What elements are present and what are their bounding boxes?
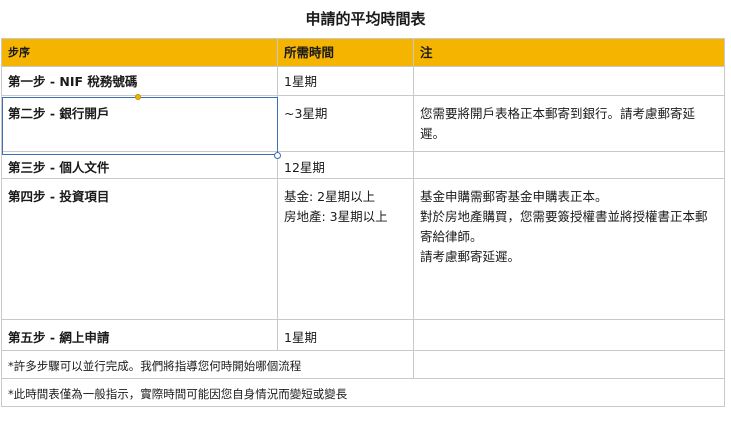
- table-row: 第五步 - 網上申請 1星期: [1, 319, 725, 351]
- time-line: 12星期: [284, 160, 325, 175]
- selection-handle[interactable]: [135, 94, 141, 100]
- notes-cell[interactable]: 基金申購需郵寄基金申購表正本。 對於房地產購買，您需要簽授權書並將授權書正本郵寄…: [413, 178, 725, 320]
- time-line: 1星期: [284, 74, 317, 89]
- time-line: ~3星期: [284, 106, 328, 121]
- time-cell[interactable]: 基金: 2星期以上 房地產: 3星期以上: [277, 178, 414, 320]
- header-time: 所需時間: [277, 38, 414, 67]
- table-header-row: 步序 所需時間 注: [1, 38, 725, 67]
- note-paragraph: 基金申購需郵寄基金申購表正本。: [420, 189, 608, 204]
- time-cell[interactable]: 1星期: [277, 66, 414, 96]
- table-row: 第四步 - 投資項目 基金: 2星期以上 房地產: 3星期以上 基金申購需郵寄基…: [1, 178, 725, 320]
- footnote-row: *許多步驟可以並行完成。我們將指導您何時開始哪個流程: [1, 350, 725, 379]
- footnote-cell[interactable]: *此時間表僅為一般指示，實際時間可能因您自身情況而變短或變長: [1, 378, 725, 407]
- time-cell[interactable]: ~3星期: [277, 95, 414, 152]
- step-cell[interactable]: 第四步 - 投資項目: [1, 178, 278, 320]
- footnote-row: *此時間表僅為一般指示，實際時間可能因您自身情況而變短或變長: [1, 378, 725, 407]
- time-line: 房地產: 3星期以上: [284, 209, 388, 224]
- selection-resize-handle[interactable]: [274, 152, 281, 159]
- page-title: 申請的平均時間表: [305, 10, 426, 28]
- step-cell[interactable]: 第一步 - NIF 稅務號碼: [1, 66, 278, 96]
- header-step: 步序: [1, 38, 278, 67]
- notes-cell[interactable]: [413, 66, 725, 96]
- table-row: 第三步 - 個人文件 12星期: [1, 151, 725, 179]
- time-cell[interactable]: 1星期: [277, 319, 414, 351]
- note-paragraph: 對於房地產購買，您需要簽授權書並將授權書正本郵寄給律師。: [420, 209, 708, 244]
- step-cell[interactable]: 第五步 - 網上申請: [1, 319, 278, 351]
- step-cell[interactable]: 第二步 - 銀行開戶: [1, 95, 278, 152]
- time-cell[interactable]: 12星期: [277, 151, 414, 179]
- notes-cell[interactable]: 您需要將開戶表格正本郵寄到銀行。請考慮郵寄延遲。: [413, 95, 725, 152]
- note-paragraph: 請考慮郵寄延遲。: [420, 249, 521, 264]
- timeline-table: 步序 所需時間 注 第一步 - NIF 稅務號碼 1星期 第二步 - 銀行開戶 …: [1, 38, 725, 407]
- time-line: 基金: 2星期以上: [284, 189, 376, 204]
- notes-cell[interactable]: [413, 319, 725, 351]
- notes-cell[interactable]: [413, 350, 725, 379]
- table-row: 第二步 - 銀行開戶 ~3星期 您需要將開戶表格正本郵寄到銀行。請考慮郵寄延遲。: [1, 95, 725, 152]
- notes-cell[interactable]: [413, 151, 725, 179]
- header-notes: 注: [413, 38, 725, 67]
- step-cell[interactable]: 第三步 - 個人文件: [1, 151, 278, 179]
- table-row: 第一步 - NIF 稅務號碼 1星期: [1, 66, 725, 96]
- footnote-cell[interactable]: *許多步驟可以並行完成。我們將指導您何時開始哪個流程: [1, 350, 414, 379]
- note-paragraph: 您需要將開戶表格正本郵寄到銀行。請考慮郵寄延遲。: [420, 106, 696, 141]
- time-line: 1星期: [284, 330, 317, 345]
